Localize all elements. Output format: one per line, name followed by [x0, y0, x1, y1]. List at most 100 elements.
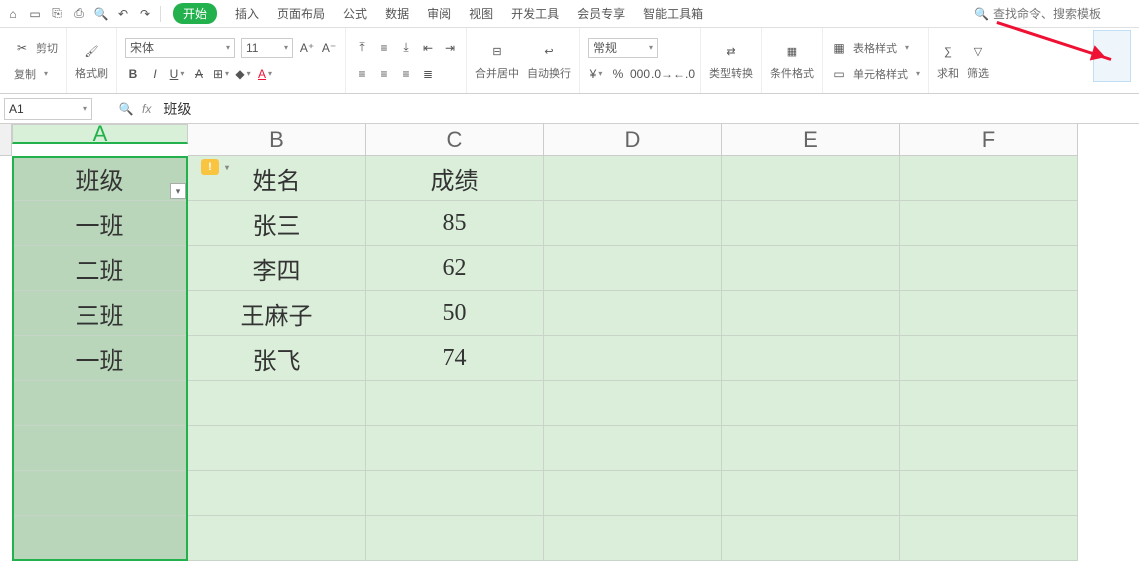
cell-F5[interactable]	[900, 336, 1078, 381]
cell-C4[interactable]: 50	[366, 291, 544, 336]
cell-C8[interactable]	[366, 471, 544, 516]
cell-F3[interactable]	[900, 246, 1078, 291]
cell-B3[interactable]: 李四	[188, 246, 366, 291]
cell-B5[interactable]: 张飞	[188, 336, 366, 381]
cell-F4[interactable]	[900, 291, 1078, 336]
cell-E7[interactable]	[722, 426, 900, 471]
cell-C1[interactable]: 成绩	[366, 156, 544, 201]
cell-E5[interactable]	[722, 336, 900, 381]
merge-button[interactable]: ⊟合并居中	[475, 41, 519, 81]
cell-F7[interactable]	[900, 426, 1078, 471]
colhdr-F[interactable]: F	[900, 124, 1078, 156]
italic-icon[interactable]: I	[147, 66, 163, 82]
align-right-icon[interactable]: ≡	[398, 66, 414, 82]
grid[interactable]: 班级 姓名 成绩 一班 张三 85 二班 李四 62	[12, 156, 1078, 561]
cell-B4[interactable]: 王麻子	[188, 291, 366, 336]
tablestyle-label[interactable]: 表格样式	[853, 40, 897, 56]
cell-A8[interactable]	[12, 471, 188, 516]
cell-C5[interactable]: 74	[366, 336, 544, 381]
align-bot-icon[interactable]: ⤓	[398, 40, 414, 56]
cell-F1[interactable]	[900, 156, 1078, 201]
sum-button[interactable]: ∑求和	[937, 41, 959, 81]
inc-decimal-icon[interactable]: .0→	[654, 66, 670, 82]
tab-review[interactable]: 审阅	[427, 5, 451, 22]
decrease-font-icon[interactable]: A⁻	[321, 40, 337, 56]
tab-view[interactable]: 视图	[469, 5, 493, 22]
cell-A2[interactable]: 一班	[12, 201, 188, 246]
cell-E2[interactable]	[722, 201, 900, 246]
cell-C6[interactable]	[366, 381, 544, 426]
tab-start[interactable]: 开始	[173, 3, 217, 24]
align-left-icon[interactable]: ≡	[354, 66, 370, 82]
colhdr-B[interactable]: B	[188, 124, 366, 156]
comma-icon[interactable]: 000	[632, 66, 648, 82]
preview-icon[interactable]: 🔍	[94, 7, 108, 21]
font-size-select[interactable]: 11▾	[241, 38, 293, 58]
indent-inc-icon[interactable]: ⇥	[442, 40, 458, 56]
strike-icon[interactable]: A	[191, 66, 207, 82]
cell-E1[interactable]	[722, 156, 900, 201]
cell-B7[interactable]	[188, 426, 366, 471]
cell-B6[interactable]	[188, 381, 366, 426]
cellstyle-label[interactable]: 单元格样式	[853, 66, 908, 82]
cell-E3[interactable]	[722, 246, 900, 291]
cut-label[interactable]: 剪切	[36, 40, 58, 56]
align-center-icon[interactable]: ≡	[376, 66, 392, 82]
tab-data[interactable]: 数据	[385, 5, 409, 22]
format-painter[interactable]: 🖌 格式刷	[75, 41, 108, 81]
cell-F8[interactable]	[900, 471, 1078, 516]
name-box[interactable]: A1▾	[4, 98, 92, 120]
cell-D3[interactable]	[544, 246, 722, 291]
tab-formula[interactable]: 公式	[343, 5, 367, 22]
increase-font-icon[interactable]: A⁺	[299, 40, 315, 56]
copy-label[interactable]: 复制	[14, 66, 36, 82]
filter-button[interactable]: ▽筛选	[967, 41, 989, 81]
number-format-select[interactable]: 常规▾	[588, 38, 658, 58]
tab-insert[interactable]: 插入	[235, 5, 259, 22]
cell-A4[interactable]: 三班	[12, 291, 188, 336]
cell-D7[interactable]	[544, 426, 722, 471]
print-icon[interactable]: ⎙	[72, 7, 86, 21]
cell-F9[interactable]	[900, 516, 1078, 561]
select-all-corner[interactable]	[0, 124, 12, 156]
indent-dec-icon[interactable]: ⇤	[420, 40, 436, 56]
cell-B9[interactable]	[188, 516, 366, 561]
redo-icon[interactable]: ↷	[138, 7, 152, 21]
cell-D1[interactable]	[544, 156, 722, 201]
fx-label[interactable]: fx	[142, 102, 151, 116]
cell-E9[interactable]	[722, 516, 900, 561]
cell-A5[interactable]: 一班	[12, 336, 188, 381]
cell-A1[interactable]: 班级	[12, 156, 188, 201]
percent-icon[interactable]: %	[610, 66, 626, 82]
colhdr-A[interactable]: A	[12, 124, 188, 144]
save-icon[interactable]: ▭	[28, 7, 42, 21]
cell-D4[interactable]	[544, 291, 722, 336]
tab-smarttools[interactable]: 智能工具箱	[643, 5, 703, 22]
cell-E4[interactable]	[722, 291, 900, 336]
cell-E6[interactable]	[722, 381, 900, 426]
border-icon[interactable]: ⊞▾	[213, 66, 229, 82]
cellstyle-icon[interactable]: ▭	[831, 66, 847, 82]
cell-D5[interactable]	[544, 336, 722, 381]
colhdr-C[interactable]: C	[366, 124, 544, 156]
cell-A6[interactable]	[12, 381, 188, 426]
cell-A3[interactable]: 二班	[12, 246, 188, 291]
condfmt-button[interactable]: ▦条件格式	[770, 41, 814, 81]
search-box[interactable]: 🔍	[974, 7, 1133, 21]
cell-C3[interactable]: 62	[366, 246, 544, 291]
typeconv-button[interactable]: ⇄类型转换	[709, 41, 753, 81]
colhdr-D[interactable]: D	[544, 124, 722, 156]
dec-decimal-icon[interactable]: ←.0	[676, 66, 692, 82]
fx-search-icon[interactable]: 🔍	[118, 101, 134, 117]
cell-dropdown-icon[interactable]: ▾	[170, 183, 186, 199]
cell-B2[interactable]: 张三	[188, 201, 366, 246]
cell-D8[interactable]	[544, 471, 722, 516]
formula-input[interactable]	[163, 101, 963, 117]
search-input[interactable]	[993, 7, 1133, 21]
saveas-icon[interactable]: ⎘	[50, 7, 64, 21]
home-icon[interactable]: ⌂	[6, 7, 20, 21]
cell-F2[interactable]	[900, 201, 1078, 246]
undo-icon[interactable]: ↶	[116, 7, 130, 21]
cell-E8[interactable]	[722, 471, 900, 516]
cut-icon[interactable]: ✂	[14, 40, 30, 56]
